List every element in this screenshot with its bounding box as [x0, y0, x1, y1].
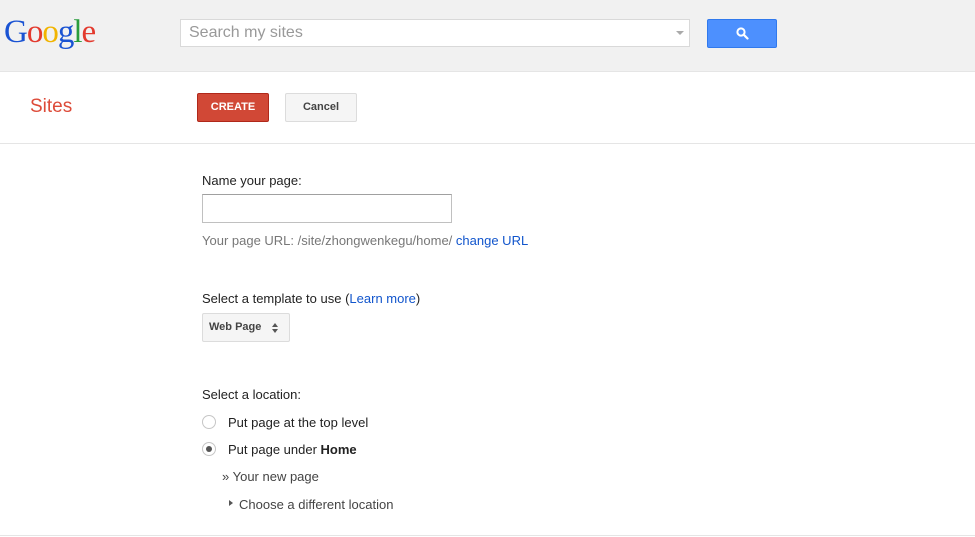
logo-letter: l [73, 14, 82, 50]
learn-more-link[interactable]: Learn more [349, 291, 415, 306]
search-dropdown-caret-icon[interactable] [676, 31, 684, 35]
create-button[interactable]: CREATE [197, 93, 269, 122]
page-url-line: Your page URL: /site/zhongwenkegu/home/ … [202, 233, 528, 248]
template-label: Select a template to use (Learn more) [202, 291, 420, 306]
cancel-button[interactable]: Cancel [285, 93, 357, 122]
radio-selected-dot [206, 446, 212, 452]
logo-letter: G [4, 14, 28, 50]
radio-under-home-target: Home [320, 442, 357, 457]
radio-under-home[interactable] [202, 442, 216, 456]
search-box [180, 19, 690, 47]
template-select[interactable]: Web Page [202, 313, 290, 342]
page-name-label: Name your page: [202, 173, 302, 188]
radio-under-home-text: Put page under [228, 442, 321, 457]
template-selected-value: Web Page [209, 321, 262, 333]
logo-letter: g [57, 14, 74, 50]
search-icon [736, 27, 749, 40]
top-bar: Google [0, 0, 975, 72]
bottom-divider [0, 535, 975, 536]
search-input[interactable] [181, 20, 659, 46]
logo-letter: o [26, 14, 43, 50]
app-title[interactable]: Sites [30, 96, 72, 118]
expand-triangle-icon[interactable] [229, 500, 233, 506]
choose-location-link[interactable]: Choose a different location [239, 497, 393, 512]
page-name-input[interactable] [202, 194, 452, 223]
template-label-text: Select a template to use ( [202, 291, 350, 306]
page-url-text: Your page URL: /site/zhongwenkegu/home/ [202, 233, 453, 248]
google-logo[interactable]: Google [4, 14, 97, 51]
logo-letter: e [81, 14, 97, 50]
template-label-close: ) [415, 291, 421, 306]
app-bar: Sites CREATE Cancel [0, 72, 975, 144]
search-button[interactable] [707, 19, 777, 48]
select-arrows-icon [272, 323, 278, 333]
change-url-link[interactable]: change URL [456, 233, 528, 248]
location-label: Select a location: [202, 387, 302, 402]
new-page-path: » Your new page [222, 469, 319, 484]
radio-under-home-label[interactable]: Put page under Home [228, 442, 357, 457]
logo-letter: o [42, 14, 58, 50]
radio-top-level[interactable] [202, 415, 216, 429]
radio-top-level-label[interactable]: Put page at the top level [228, 415, 368, 430]
